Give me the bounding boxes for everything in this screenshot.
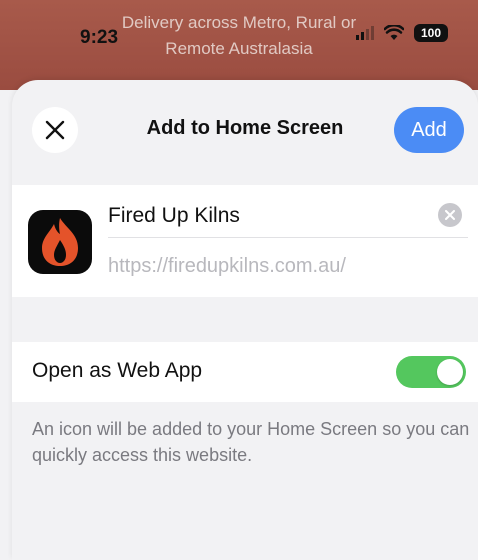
app-name-input[interactable]: Fired Up Kilns: [108, 201, 468, 238]
add-to-home-screen-sheet: Add to Home Screen Add Fired Up Kilns ht…: [12, 80, 478, 560]
footnote-text: An icon will be added to your Home Scree…: [32, 419, 470, 465]
open-as-web-app-toggle[interactable]: [396, 356, 466, 388]
status-indicators: 100: [356, 24, 448, 42]
open-as-web-app-row: Open as Web App: [12, 342, 478, 402]
battery-icon: 100: [414, 24, 448, 42]
wifi-icon: [384, 25, 404, 40]
cellular-signal-icon: [356, 26, 374, 40]
status-time: 9:23: [80, 27, 119, 48]
flame-app-icon: [28, 210, 92, 274]
app-name-value: Fired Up Kilns: [108, 204, 240, 227]
toggle-knob: [437, 359, 463, 385]
website-url: https://firedupkilns.com.au/: [108, 255, 346, 277]
add-button[interactable]: Add: [394, 107, 464, 153]
app-details-card: Fired Up Kilns https://firedupkilns.com.…: [12, 185, 478, 297]
open-as-web-app-label: Open as Web App: [32, 359, 203, 382]
battery-level: 100: [420, 26, 442, 40]
clear-text-icon[interactable]: [438, 203, 462, 227]
sheet-header: Add to Home Screen Add: [12, 80, 478, 180]
